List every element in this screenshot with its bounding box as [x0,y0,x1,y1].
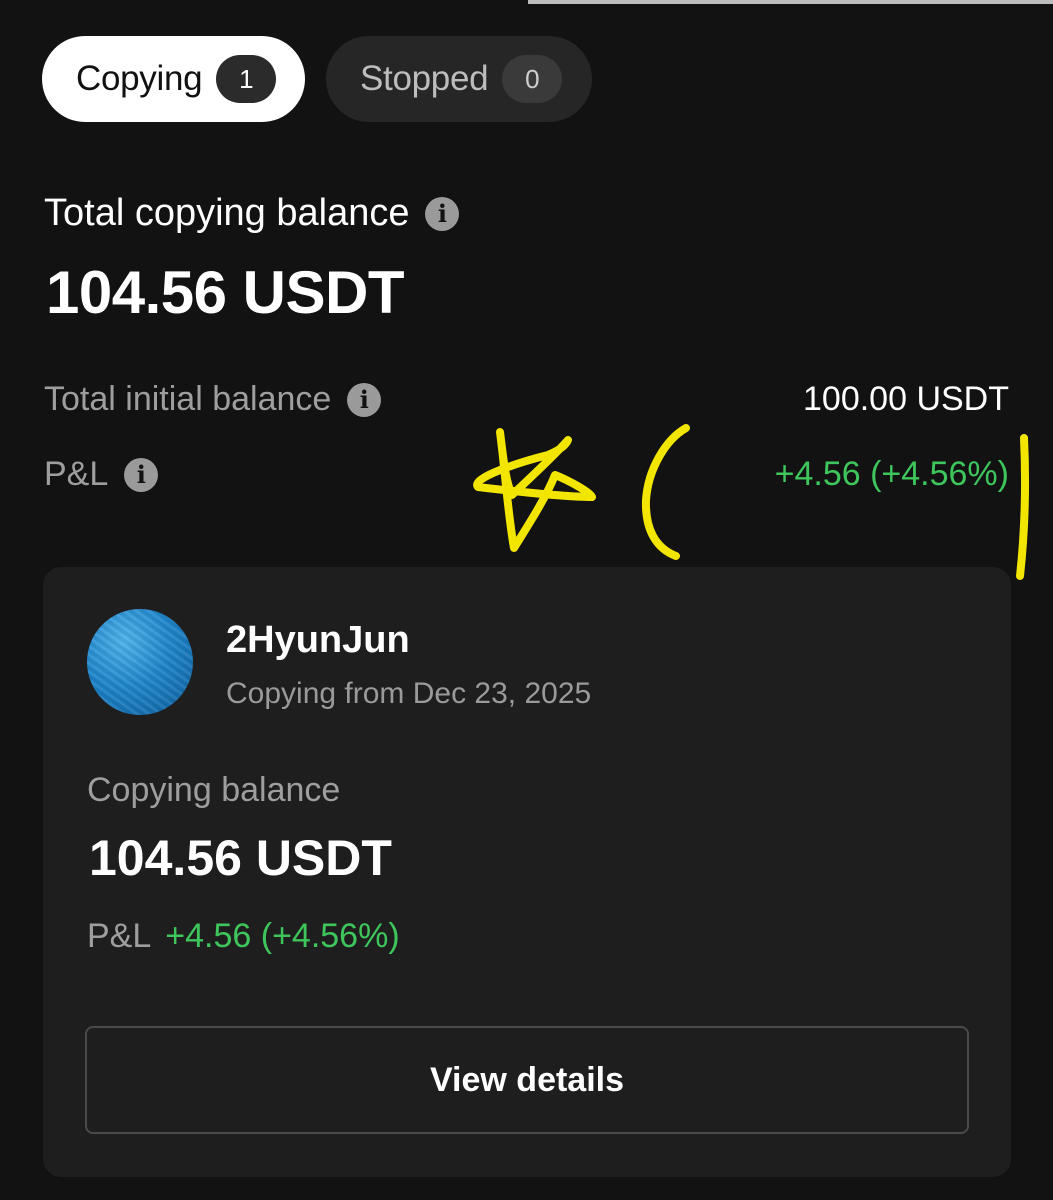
left-bracket [641,424,690,560]
info-icon[interactable]: i [347,382,382,417]
total-initial-balance-row: Total initial balance i [44,380,382,419]
total-copying-balance-label: Total copying balance [44,192,410,234]
view-details-button[interactable]: View details [85,1026,969,1134]
avatar [87,609,193,715]
copy-trading-screen: Copying 1 Stopped 0 Total copying balanc… [0,0,1053,1200]
tab-copying[interactable]: Copying 1 [42,36,305,122]
tab-stopped-label: Stopped [360,59,489,98]
card-pnl-label: P&L [87,917,152,955]
tab-stopped[interactable]: Stopped 0 [326,36,592,122]
total-copying-balance-heading: Total copying balance i [44,192,460,235]
right-bracket [1016,434,1029,580]
pnl-label: P&L [44,455,109,493]
info-icon[interactable]: i [425,196,460,231]
trader-name[interactable]: 2HyunJun [226,619,410,662]
copying-since: Copying from Dec 23, 2025 [226,677,592,710]
total-copying-balance-value: 104.56 USDT [46,259,405,326]
tab-copying-label: Copying [76,59,203,98]
info-icon[interactable]: i [124,457,159,492]
card-pnl-row: P&L +4.56 (+4.56%) [87,917,400,956]
copying-balance-label: Copying balance [87,771,341,809]
total-initial-balance-label: Total initial balance [44,380,332,418]
copying-balance-value: 104.56 USDT [89,830,392,886]
tab-copying-count-badge: 1 [216,55,277,103]
trader-card: 2HyunJun Copying from Dec 23, 2025 Copyi… [43,567,1011,1177]
top-divider [528,0,1053,4]
pnl-value: +4.56 (+4.56%) [774,455,1009,493]
tab-stopped-count-badge: 0 [502,55,563,103]
star-scribble [473,428,596,552]
total-initial-balance-value: 100.00 USDT [803,380,1009,418]
pnl-row: P&L i [44,455,159,494]
card-pnl-value: +4.56 (+4.56%) [165,917,400,955]
